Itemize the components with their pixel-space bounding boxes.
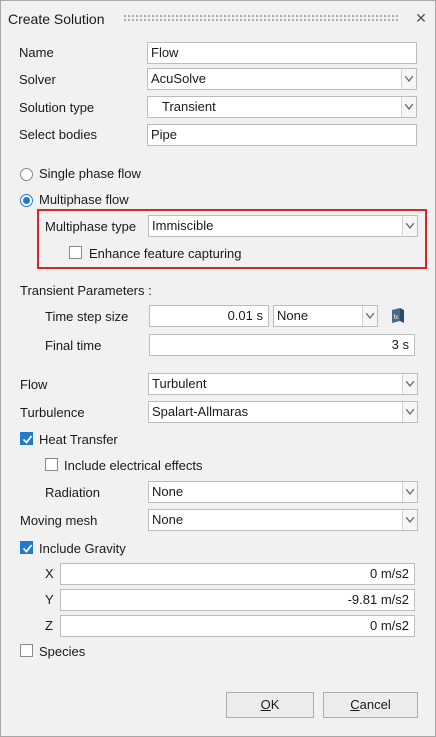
radiation-value: None — [152, 484, 184, 499]
time-step-label: Time step size — [45, 309, 129, 324]
gravity-x-input[interactable]: 0 m/s2 — [60, 563, 415, 585]
solver-label: Solver — [19, 72, 56, 87]
chevron-down-icon[interactable] — [402, 482, 417, 502]
radiation-label: Radiation — [45, 485, 100, 500]
heat-transfer-checkbox[interactable] — [20, 432, 33, 445]
enhance-feature-checkbox[interactable] — [69, 246, 82, 259]
moving-mesh-label: Moving mesh — [20, 513, 98, 528]
cancel-button[interactable]: Cancel — [323, 692, 418, 718]
ok-button[interactable]: OK — [226, 692, 314, 718]
multiphase-label: Multiphase flow — [39, 192, 129, 207]
checkmark-icon — [22, 544, 33, 553]
solution-type-label: Solution type — [19, 100, 95, 115]
drag-handle-grip[interactable] — [123, 14, 399, 23]
gravity-label: Include Gravity — [39, 541, 126, 556]
select-bodies-label: Select bodies — [19, 127, 98, 142]
final-time-label: Final time — [45, 338, 102, 353]
ok-mnemonic: O — [260, 697, 271, 712]
gravity-x-label: X — [45, 566, 54, 581]
final-time-input[interactable]: 3 s — [149, 334, 415, 356]
radiation-select[interactable]: None — [148, 481, 418, 503]
gravity-checkbox[interactable] — [20, 541, 33, 554]
turbulence-value: Spalart-Allmaras — [152, 404, 249, 419]
dialog-title: Create Solution — [8, 11, 105, 27]
gravity-y-label: Y — [45, 592, 54, 607]
solution-type-select[interactable]: Transient — [147, 96, 417, 118]
electrical-effects-checkbox[interactable] — [45, 458, 58, 471]
time-step-option-value: None — [277, 308, 309, 323]
chevron-down-icon[interactable] — [402, 374, 417, 394]
chevron-down-icon[interactable] — [402, 216, 417, 236]
enhance-feature-label: Enhance feature capturing — [89, 246, 242, 261]
multiphase-type-label: Multiphase type — [45, 219, 137, 234]
solution-type-value: Transient — [162, 99, 216, 114]
expression-editor-icon[interactable]: fx — [391, 308, 405, 327]
turbulence-select[interactable]: Spalart-Allmaras — [148, 401, 418, 423]
gravity-z-label: Z — [45, 618, 53, 633]
flow-select[interactable]: Turbulent — [148, 373, 418, 395]
cancel-label-rest: ancel — [359, 697, 391, 712]
flow-value: Turbulent — [152, 376, 207, 391]
species-label: Species — [39, 644, 86, 659]
ok-label-rest: K — [270, 697, 280, 712]
heat-transfer-label: Heat Transfer — [39, 432, 118, 447]
turbulence-label: Turbulence — [20, 405, 85, 420]
chevron-down-icon[interactable] — [402, 510, 417, 530]
name-input[interactable]: Flow — [147, 42, 417, 64]
gravity-y-input[interactable]: -9.81 m/s2 — [60, 589, 415, 611]
chevron-down-icon[interactable] — [401, 97, 416, 117]
moving-mesh-select[interactable]: None — [148, 509, 418, 531]
select-bodies-input[interactable]: Pipe — [147, 124, 417, 146]
electrical-effects-label: Include electrical effects — [64, 458, 203, 473]
gravity-z-input[interactable]: 0 m/s2 — [60, 615, 415, 637]
single-phase-label: Single phase flow — [39, 166, 141, 181]
multiphase-type-value: Immiscible — [152, 218, 214, 233]
cancel-mnemonic: C — [350, 697, 360, 712]
multiphase-type-select[interactable]: Immiscible — [148, 215, 418, 237]
close-icon[interactable]: ✕ — [412, 9, 430, 27]
single-phase-radio[interactable] — [20, 168, 33, 181]
chevron-down-icon[interactable] — [401, 69, 416, 89]
chevron-down-icon[interactable] — [362, 306, 377, 326]
checkmark-icon — [22, 435, 33, 444]
solver-value: AcuSolve — [151, 71, 206, 86]
time-step-option-select[interactable]: None — [273, 305, 378, 327]
flow-label: Flow — [20, 377, 48, 392]
chevron-down-icon[interactable] — [402, 402, 417, 422]
multiphase-radio[interactable] — [20, 194, 33, 207]
transient-heading: Transient Parameters : — [20, 283, 152, 298]
time-step-input[interactable]: 0.01 s — [149, 305, 269, 327]
solver-select[interactable]: AcuSolve — [147, 68, 417, 90]
species-checkbox[interactable] — [20, 644, 33, 657]
moving-mesh-value: None — [152, 512, 184, 527]
title-bar[interactable]: Create Solution ✕ — [1, 1, 435, 37]
svg-text:fx: fx — [394, 315, 399, 321]
name-label: Name — [19, 45, 54, 60]
create-solution-dialog: Create Solution ✕ Name Flow Solver AcuSo… — [0, 0, 436, 737]
